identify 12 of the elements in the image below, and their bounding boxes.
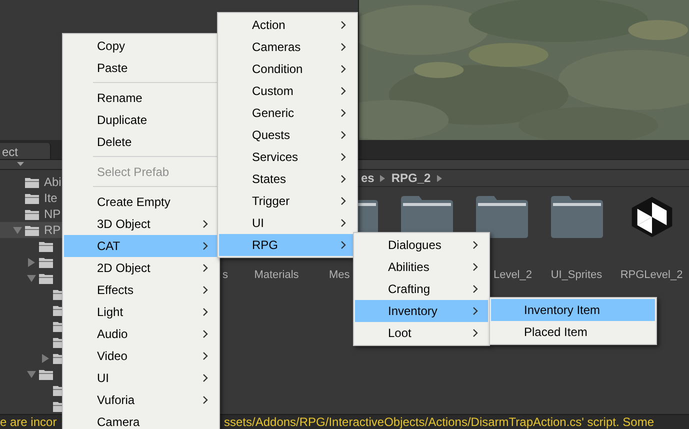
folder-name: RP bbox=[44, 223, 61, 237]
asset-label: Materials bbox=[253, 269, 300, 281]
asset-label: UI_Sprites bbox=[550, 269, 604, 281]
asset-label: Level_2 bbox=[492, 269, 533, 281]
asset-label: RPGLevel_2 bbox=[619, 269, 684, 281]
console-message: ssets/Addons/RPG/InteractiveObjects/Actions/DisarmTrapAction.cs' script. Some bbox=[224, 415, 655, 429]
asset-label: s bbox=[222, 269, 229, 281]
folder-name: NP bbox=[44, 207, 61, 221]
console-message: e are incor bbox=[0, 415, 57, 429]
folder-name: Ite bbox=[44, 191, 58, 205]
folder-name: Abi bbox=[44, 175, 62, 189]
asset-label: Mes bbox=[328, 269, 351, 281]
